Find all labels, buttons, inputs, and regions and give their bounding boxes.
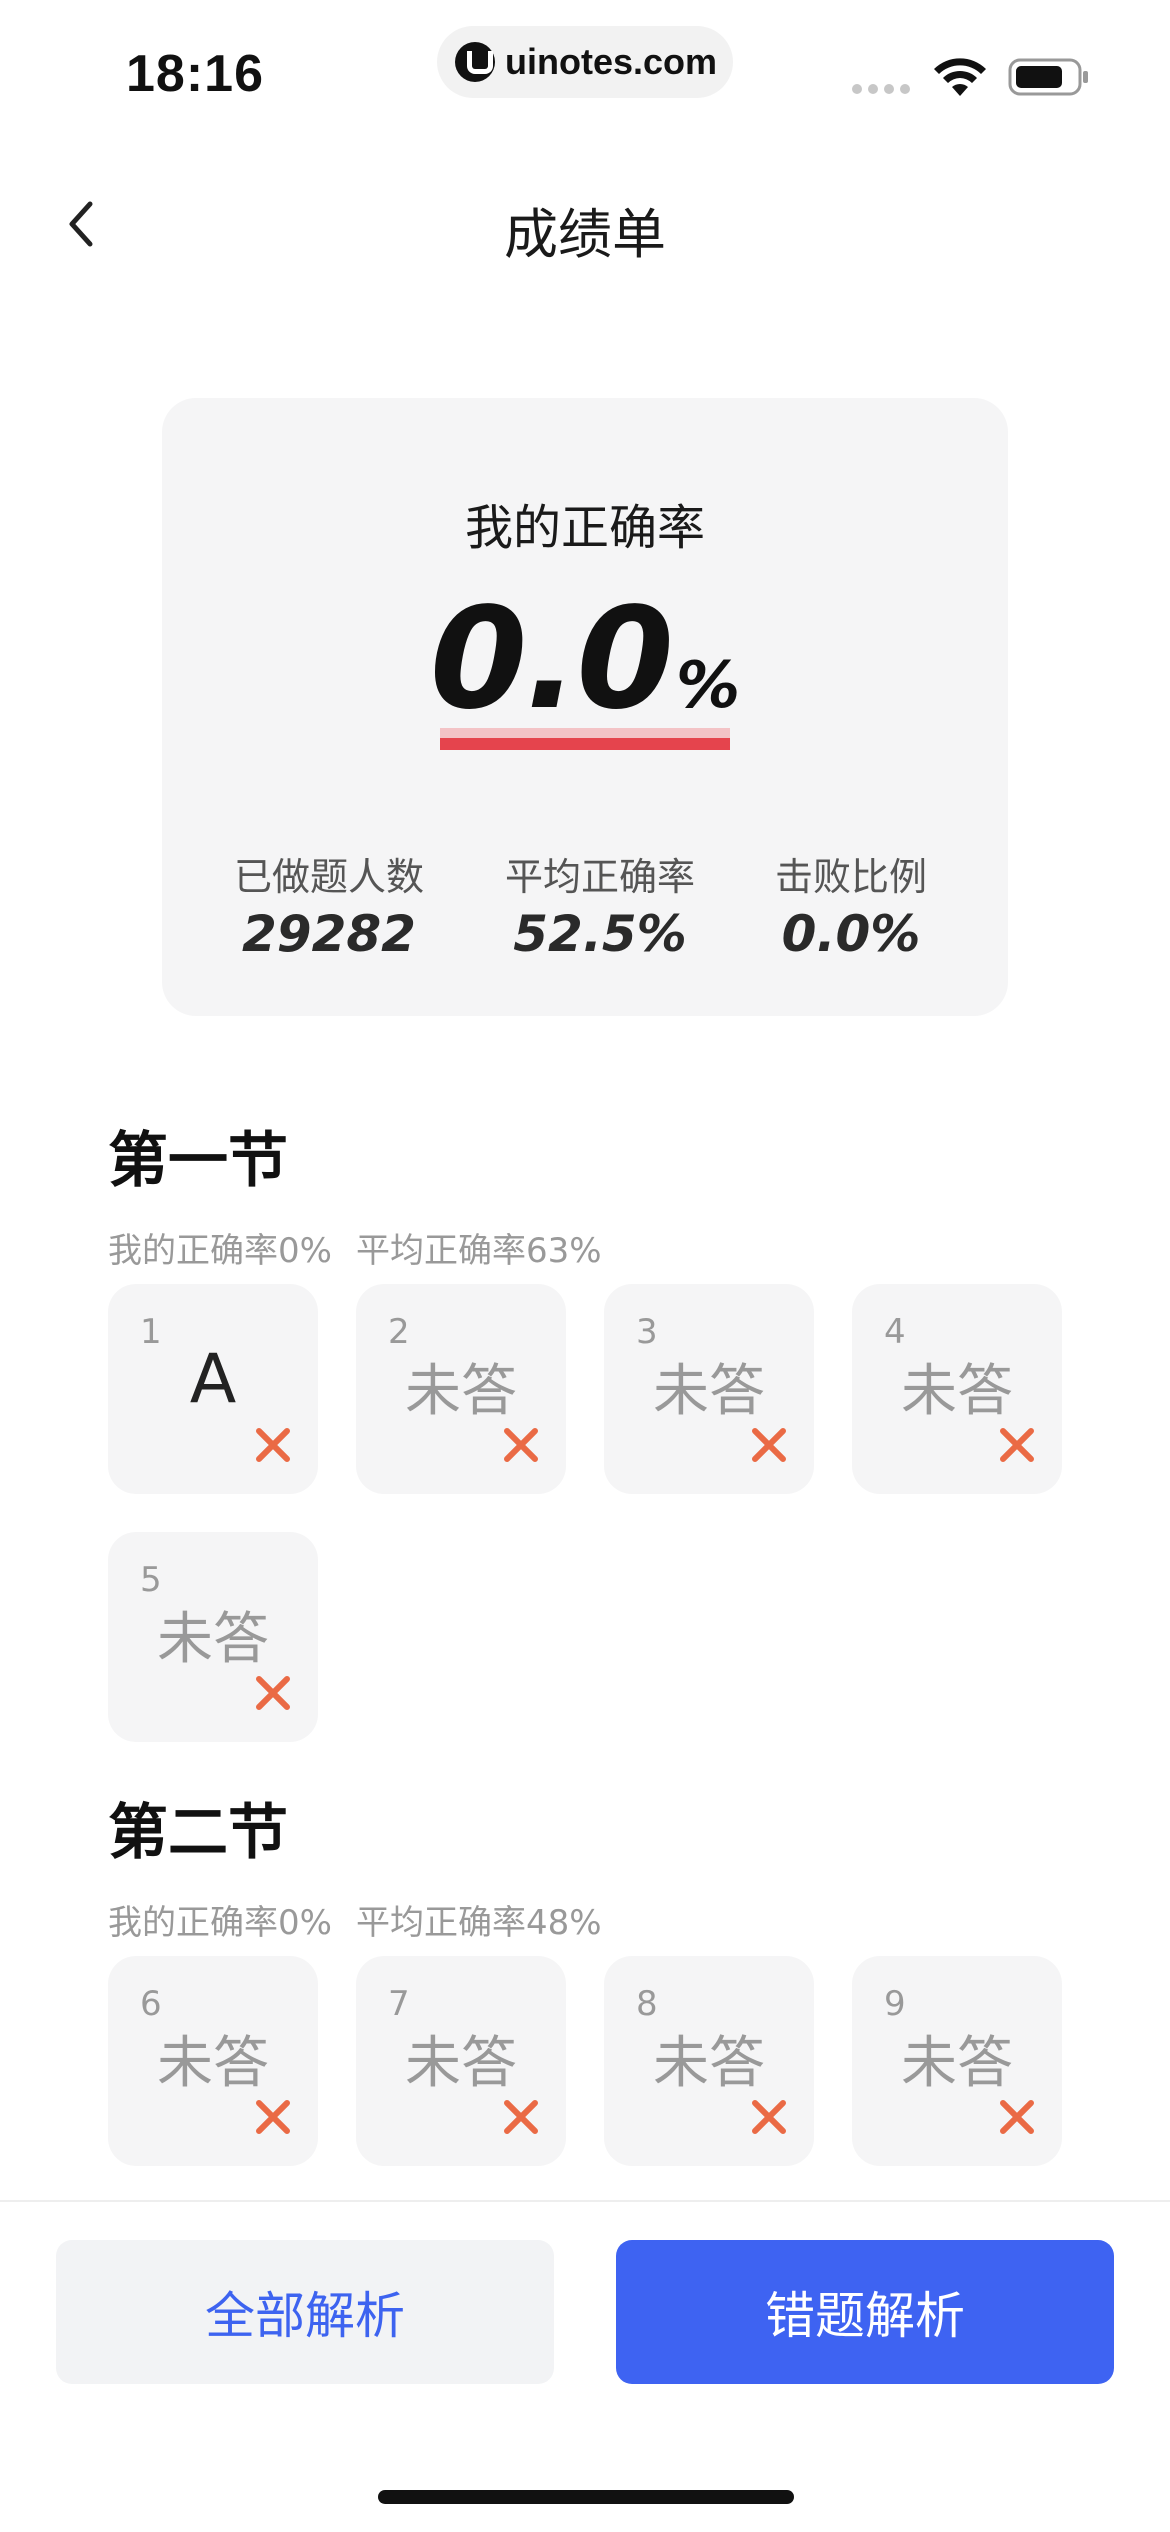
url-pill[interactable]: uinotes.com — [437, 26, 733, 98]
stat-label: 已做题人数 — [234, 855, 425, 899]
stat-label: 平均正确率 — [504, 855, 695, 899]
section-avg-rate: 平均正确率63% — [355, 1231, 602, 1271]
question-answer: A — [189, 1340, 237, 1419]
wrong-mark-icon — [504, 1428, 538, 1462]
question-card[interactable]: 4 未答 — [852, 1284, 1062, 1494]
nav-bar: 成绩单 — [0, 170, 1170, 280]
question-answer: 未答 — [901, 2031, 1013, 2096]
home-indicator[interactable] — [378, 2490, 794, 2504]
stat-average-accuracy: 平均正确率 52.5% — [500, 846, 700, 963]
question-card[interactable]: 5 未答 — [108, 1532, 318, 1742]
cellular-signal-icon — [852, 84, 910, 94]
accuracy-value: 0.0% — [162, 578, 1008, 741]
question-card[interactable]: 1 A — [108, 1284, 318, 1494]
stat-value: 0.0% — [781, 905, 921, 963]
question-card[interactable]: 2 未答 — [356, 1284, 566, 1494]
site-logo-icon — [455, 42, 495, 82]
section-2: 第二节 我的正确率0% 平均正确率48% 6 未答 7 未答 8 未答 9 未答 — [108, 1784, 1088, 2166]
section-avg-rate: 平均正确率48% — [355, 1903, 602, 1943]
status-time: 18:16 — [126, 45, 264, 103]
stat-value: 29282 — [242, 905, 416, 963]
section-1: 第一节 我的正确率0% 平均正确率63% 1 A 2 未答 3 未答 4 未答 5… — [108, 1112, 1088, 1742]
wrong-mark-icon — [752, 1428, 786, 1462]
section-title: 第一节 — [108, 1126, 288, 1196]
question-answer: 未答 — [157, 1607, 269, 1672]
question-card[interactable]: 7 未答 — [356, 1956, 566, 2166]
section-my-rate: 我的正确率0% — [108, 1903, 332, 1943]
stat-label: 击败比例 — [774, 855, 927, 899]
stat-beat-ratio: 击败比例 0.0% — [768, 846, 934, 963]
section-title: 第二节 — [108, 1798, 288, 1868]
section-stats: 我的正确率0% 平均正确率63% — [108, 1223, 1088, 1272]
question-answer: 未答 — [157, 2031, 269, 2096]
question-answer: 未答 — [653, 2031, 765, 2096]
wrong-analysis-button[interactable]: 错题解析 — [616, 2240, 1114, 2384]
question-card[interactable]: 9 未答 — [852, 1956, 1062, 2166]
question-answer: 未答 — [405, 1359, 517, 1424]
wrong-mark-icon — [256, 2100, 290, 2134]
wrong-mark-icon — [752, 2100, 786, 2134]
section-stats: 我的正确率0% 平均正确率48% — [108, 1895, 1088, 1944]
wrong-mark-icon — [256, 1428, 290, 1462]
accuracy-unit: % — [675, 649, 741, 723]
wifi-icon — [934, 58, 986, 96]
question-answer: 未答 — [901, 1359, 1013, 1424]
status-bar: 18:16 uinotes.com — [0, 0, 1170, 140]
accuracy-label: 我的正确率 — [464, 500, 705, 556]
question-card[interactable]: 3 未答 — [604, 1284, 814, 1494]
wrong-mark-icon — [256, 1676, 290, 1710]
bottom-divider — [0, 2200, 1170, 2202]
question-card[interactable]: 6 未答 — [108, 1956, 318, 2166]
question-answer: 未答 — [405, 2031, 517, 2096]
stat-value: 52.5% — [513, 905, 687, 963]
wrong-mark-icon — [1000, 1428, 1034, 1462]
section-my-rate: 我的正确率0% — [108, 1231, 332, 1271]
all-analysis-button[interactable]: 全部解析 — [56, 2240, 554, 2384]
wrong-mark-icon — [1000, 2100, 1034, 2134]
accuracy-underline — [440, 728, 730, 750]
stat-participants: 已做题人数 29282 — [234, 846, 424, 963]
score-card: 我的正确率 0.0% 已做题人数 29282 平均正确率 52.5% 击败比例 … — [162, 398, 1008, 1016]
wrong-mark-icon — [504, 2100, 538, 2134]
battery-icon — [1008, 58, 1088, 96]
question-card[interactable]: 8 未答 — [604, 1956, 814, 2166]
question-answer: 未答 — [653, 1359, 765, 1424]
url-text: uinotes.com — [505, 41, 718, 82]
page-title: 成绩单 — [504, 203, 666, 266]
accuracy-number: 0.0 — [429, 578, 674, 741]
